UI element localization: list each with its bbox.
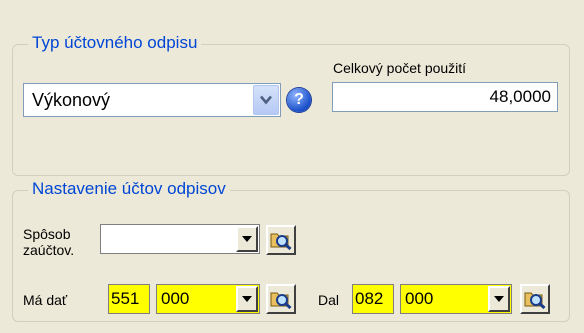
method-lookup-button[interactable]	[266, 225, 296, 255]
caret-down-icon	[494, 296, 504, 302]
caret-down-icon	[242, 236, 252, 242]
method-label-line1: Spôsob	[23, 226, 71, 242]
type-dropdown-button[interactable]	[253, 85, 279, 115]
debit-account-field[interactable]: 551	[108, 284, 150, 314]
credit-lookup-button[interactable]	[520, 284, 550, 314]
debit-lookup-button[interactable]	[266, 284, 296, 314]
credit-analytic-select[interactable]: 000	[400, 284, 512, 314]
help-icon[interactable]: ?	[287, 88, 311, 112]
total-usage-field[interactable]: 48,0000	[332, 82, 558, 112]
type-select[interactable]: Výkonový	[23, 83, 281, 117]
credit-analytic-dropdown-button[interactable]	[488, 286, 510, 312]
type-select-value: Výkonový	[32, 89, 111, 110]
search-folder-icon	[270, 233, 292, 250]
credit-label: Dal	[318, 292, 340, 308]
total-usage-label: Celkový počet použití	[333, 60, 467, 76]
caret-down-icon	[242, 296, 252, 302]
search-folder-icon	[524, 292, 546, 309]
debit-label: Má dať	[23, 292, 68, 308]
method-dropdown-button[interactable]	[236, 226, 258, 252]
account-type-title: Typ účtovného odpisu	[28, 33, 202, 53]
method-select[interactable]	[100, 224, 260, 254]
account-settings-title: Nastavenie účtov odpisov	[28, 179, 230, 199]
search-folder-icon	[270, 292, 292, 309]
debit-analytic-dropdown-button[interactable]	[236, 286, 258, 312]
debit-analytic-value: 000	[161, 289, 190, 308]
debit-analytic-select[interactable]: 000	[156, 284, 260, 314]
method-label-line2: zaúčtov.	[23, 242, 75, 258]
chevron-down-icon	[260, 95, 272, 105]
method-label: Spôsob zaúčtov.	[23, 226, 74, 258]
credit-account-field[interactable]: 082	[352, 284, 394, 314]
credit-analytic-value: 000	[405, 289, 434, 308]
